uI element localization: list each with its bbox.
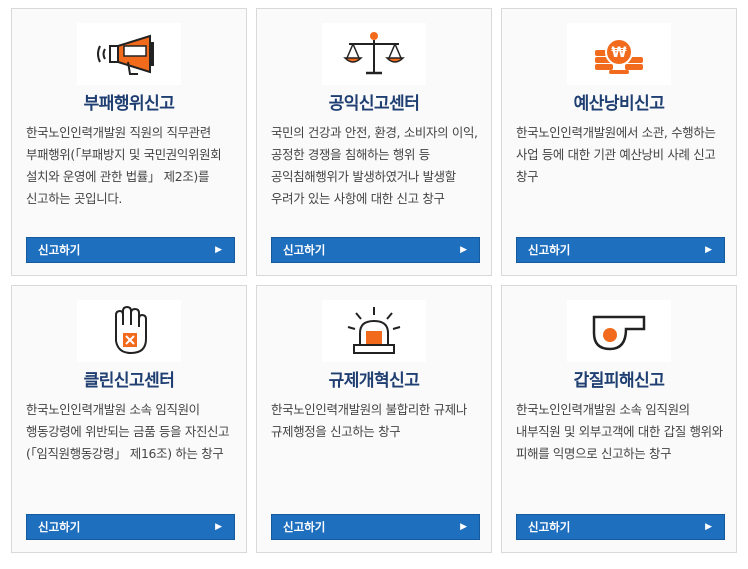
card-public-interest-report: 공익신고센터 국민의 건강과 안전, 환경, 소비자의 이익, 공정한 경쟁을 … — [256, 8, 492, 276]
coins-icon: ₩ — [567, 23, 671, 85]
card-description: 한국노인인력개발원 소속 임직원의 내부직원 및 외부고객에 대한 갑질 행위와… — [516, 402, 723, 461]
card-description: 한국노인인력개발원에서 소관, 수행하는 사업 등에 대한 기관 예산낭비 사례… — [516, 125, 716, 184]
megaphone-icon — [77, 23, 181, 85]
card-title: 규제개혁신고 — [328, 371, 420, 391]
report-button-clean[interactable]: 신고하기 ▶ — [26, 514, 235, 540]
card-regulation-reform-report: 규제개혁신고 한국노인인력개발원의 불합리한 규제나 규제행정을 신고하는 창구… — [256, 285, 492, 553]
chevron-right-icon: ▶ — [215, 245, 222, 255]
report-button-public-interest[interactable]: 신고하기 ▶ — [271, 237, 480, 263]
chevron-right-icon: ▶ — [460, 245, 467, 255]
report-button-budget-waste[interactable]: 신고하기 ▶ — [516, 237, 725, 263]
report-button-abuse[interactable]: 신고하기 ▶ — [516, 514, 725, 540]
card-abuse-report: 갑질피해신고 한국노인인력개발원 소속 임직원의 내부직원 및 외부고객에 대한… — [501, 285, 737, 553]
card-title: 공익신고센터 — [328, 94, 420, 114]
card-title: 갑질피해신고 — [573, 371, 665, 391]
card-description: 한국노인인력개발원 소속 임직원이 행동강령에 위반되는 금품 등을 자진신고(… — [26, 402, 230, 461]
card-budget-waste-report: ₩ 예산낭비신고 한국노인인력개발원에서 소관, 수행하는 사업 등에 대한 기… — [501, 8, 737, 276]
card-description: 국민의 건강과 안전, 환경, 소비자의 이익, 공정한 경쟁을 침해하는 행위… — [271, 125, 478, 206]
card-clean-report: 클린신고센터 한국노인인력개발원 소속 임직원이 행동강령에 위반되는 금품 등… — [11, 285, 247, 553]
card-title: 예산낭비신고 — [573, 94, 665, 114]
button-label: 신고하기 — [38, 520, 81, 534]
report-button-corruption[interactable]: 신고하기 ▶ — [26, 237, 235, 263]
card-description: 한국노인인력개발원의 불합리한 규제나 규제행정을 신고하는 창구 — [271, 402, 467, 439]
svg-text:₩: ₩ — [611, 45, 627, 61]
button-label: 신고하기 — [528, 520, 571, 534]
card-title: 클린신고센터 — [83, 371, 175, 391]
chevron-right-icon: ▶ — [705, 522, 712, 532]
chevron-right-icon: ▶ — [705, 245, 712, 255]
whistle-icon — [567, 300, 671, 362]
button-label: 신고하기 — [38, 243, 81, 257]
chevron-right-icon: ▶ — [460, 522, 467, 532]
button-label: 신고하기 — [283, 243, 326, 257]
card-corruption-report: 부패행위신고 한국노인인력개발원 직원의 직무관련 부패행위(「부패방지 및 국… — [11, 8, 247, 276]
card-description: 한국노인인력개발원 직원의 직무관련 부패행위(「부패방지 및 국민권익위원회 … — [26, 125, 222, 206]
chevron-right-icon: ▶ — [215, 522, 222, 532]
siren-icon — [322, 300, 426, 362]
button-label: 신고하기 — [283, 520, 326, 534]
scales-icon — [322, 23, 426, 85]
report-button-regulation-reform[interactable]: 신고하기 ▶ — [271, 514, 480, 540]
card-title: 부패행위신고 — [83, 94, 175, 114]
button-label: 신고하기 — [528, 243, 571, 257]
stop-hand-icon — [77, 300, 181, 362]
report-center-grid: 부패행위신고 한국노인인력개발원 직원의 직무관련 부패행위(「부패방지 및 국… — [0, 0, 748, 569]
